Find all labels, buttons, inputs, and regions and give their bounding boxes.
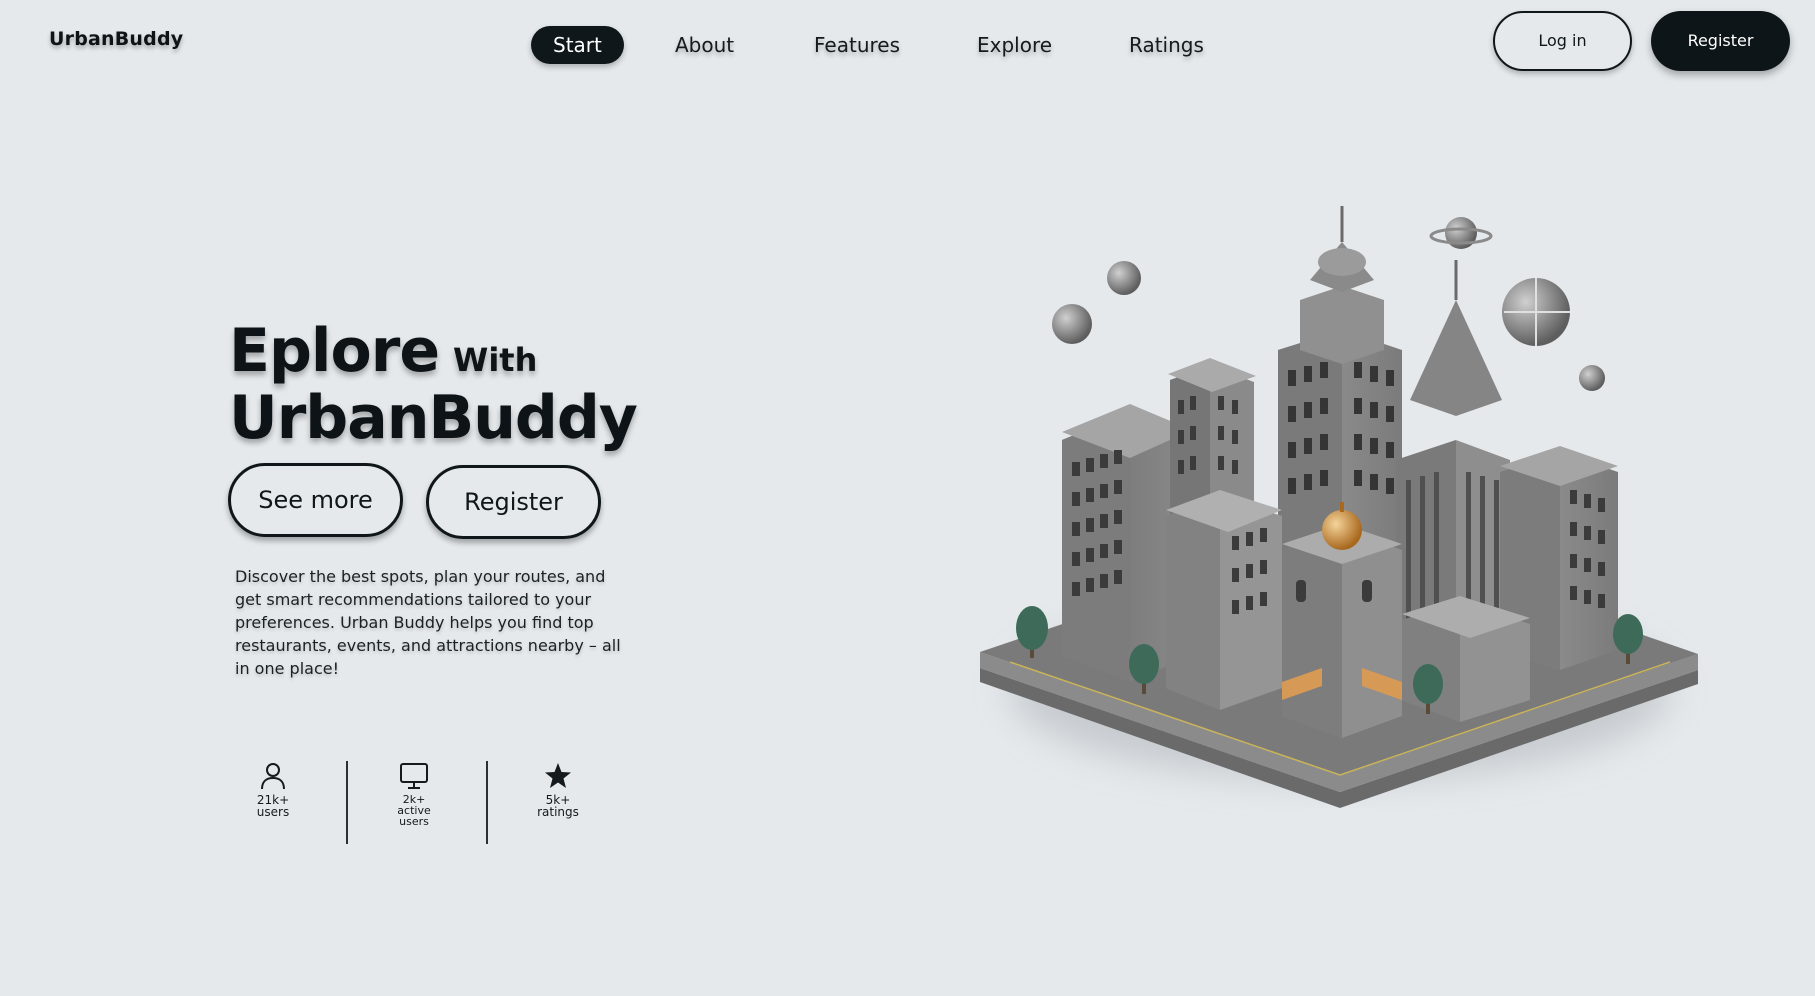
- hero-register-button[interactable]: Register: [426, 465, 601, 539]
- stat-active-users-label: 2k+ active users: [397, 793, 431, 828]
- landing-page: UrbanBuddy Start About Features Explore …: [0, 0, 1815, 996]
- login-button[interactable]: Log in: [1493, 11, 1632, 71]
- logo[interactable]: UrbanBuddy: [49, 28, 183, 50]
- stat-users-label: 21k+ users: [256, 793, 290, 819]
- hero-title-with: With: [453, 341, 538, 379]
- stat-ratings: 5k+ ratings: [513, 762, 603, 818]
- hero-title: Eplore With UrbanBuddy: [229, 321, 749, 456]
- nav-features[interactable]: Features: [814, 26, 900, 64]
- star-icon: [545, 763, 571, 788]
- stat-users: 21k+ users: [228, 762, 318, 818]
- monitor-icon: [400, 763, 428, 789]
- nav-ratings[interactable]: Ratings: [1129, 26, 1204, 64]
- stat-divider: [486, 761, 488, 844]
- nav-about[interactable]: About: [675, 26, 734, 64]
- nav-explore[interactable]: Explore: [977, 26, 1052, 64]
- hero-description: Discover the best spots, plan your route…: [235, 567, 621, 678]
- nav-start[interactable]: Start: [531, 26, 624, 64]
- user-icon: [261, 763, 285, 790]
- stat-active-users: 2k+ active users: [369, 762, 459, 827]
- stat-divider: [346, 761, 348, 844]
- isometric-city-illustration: [980, 206, 1698, 808]
- stat-ratings-label: 5k+ ratings: [537, 793, 579, 819]
- see-more-button[interactable]: See more: [228, 463, 403, 537]
- hero-title-brand: UrbanBuddy: [229, 383, 638, 453]
- hero-title-word: Eplore: [229, 316, 440, 386]
- header-register-button[interactable]: Register: [1651, 11, 1790, 71]
